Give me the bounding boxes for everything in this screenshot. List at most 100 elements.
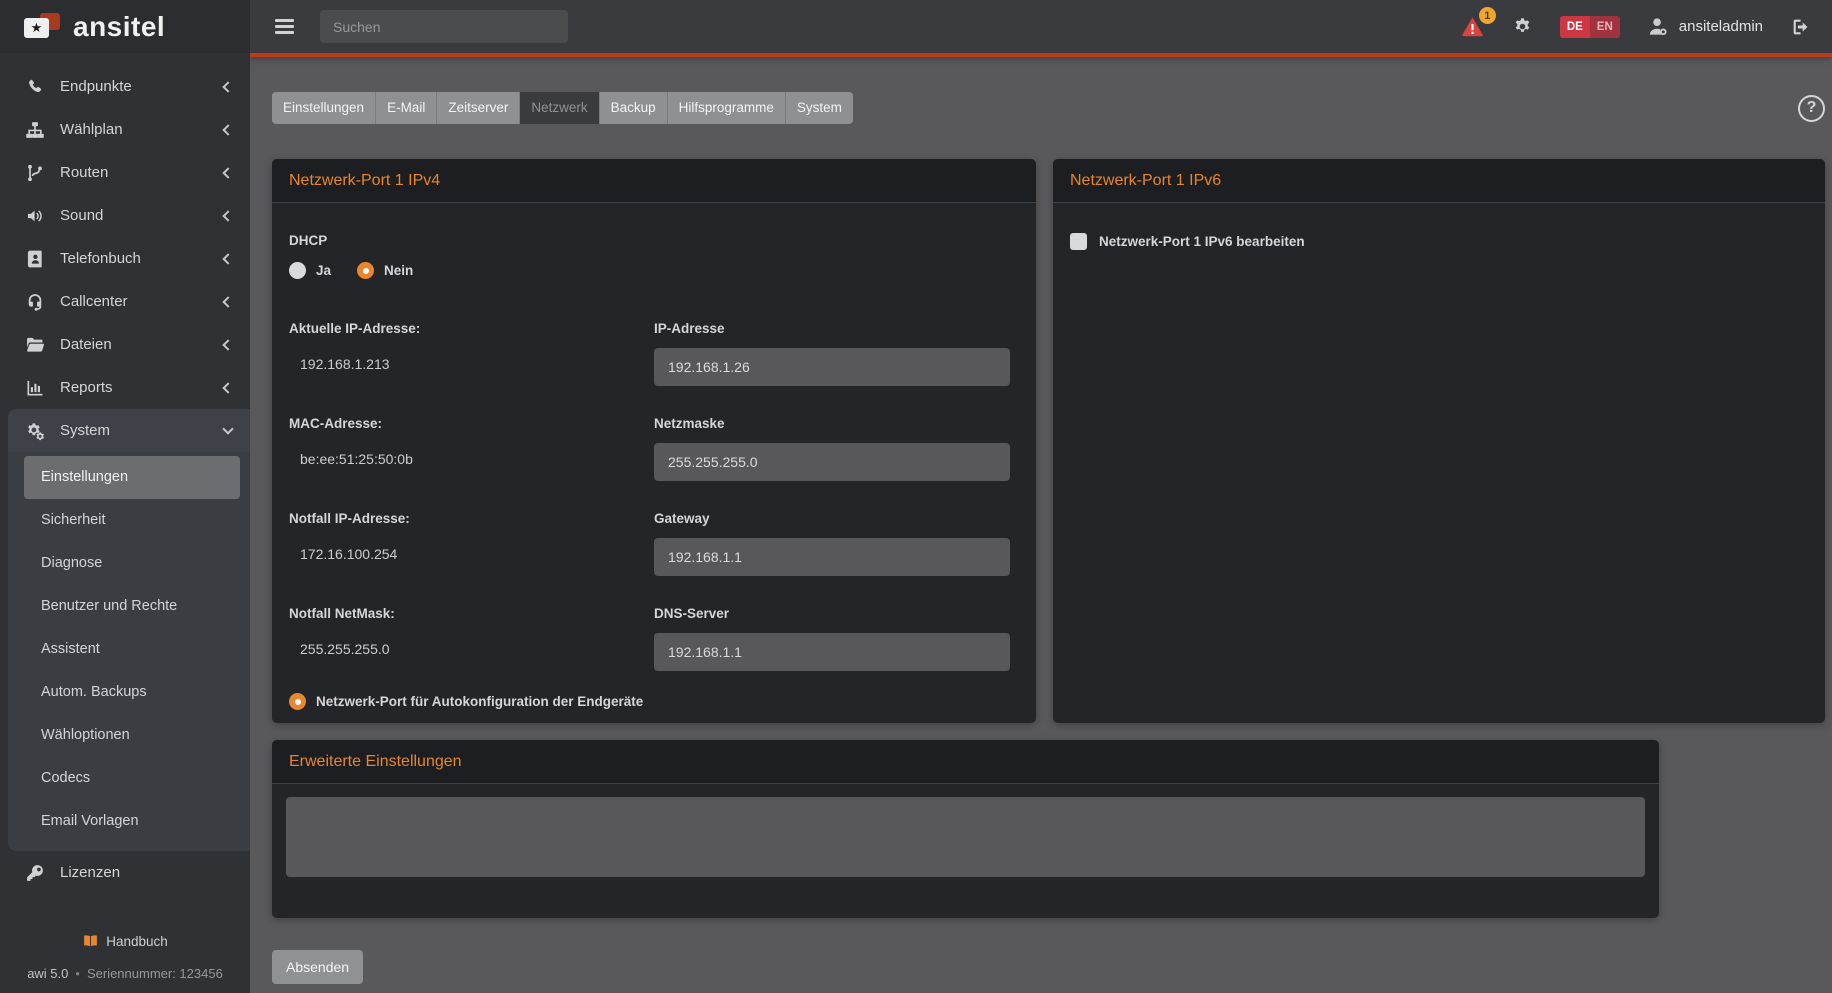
- settings-button[interactable]: [1512, 16, 1533, 37]
- brand-logo[interactable]: ★ ansitel: [0, 0, 250, 53]
- form-row: Notfall IP-Adresse: 172.16.100.254 Gatew…: [289, 511, 1012, 576]
- manual-link[interactable]: Handbuch: [82, 933, 168, 950]
- sidebar-item-routen[interactable]: Routen: [0, 151, 250, 194]
- field-label-ip-adresse: IP-Adresse: [654, 321, 1012, 336]
- user-menu[interactable]: ansiteladmin: [1647, 15, 1763, 38]
- chevron-left-icon: [222, 124, 233, 135]
- static-value-notfall-ip-adresse: 172.16.100.254: [289, 546, 654, 562]
- autoconfig-radio-item[interactable]: Netzwerk-Port für Autokonfiguration der …: [289, 693, 1012, 710]
- sidebar-menu: EndpunkteWählplanRoutenSoundTelefonbuchC…: [0, 53, 250, 993]
- chevron-left-icon: [222, 210, 233, 221]
- tab-hilfsprogramme[interactable]: Hilfsprogramme: [668, 92, 786, 124]
- autoconfig-radio[interactable]: [289, 693, 306, 710]
- notifications-button[interactable]: 1: [1460, 14, 1485, 39]
- field-label-aktuelle-ip-adresse: Aktuelle IP-Adresse:: [289, 321, 654, 336]
- static-value-aktuelle-ip-adresse: 192.168.1.213: [289, 356, 654, 372]
- dhcp-option-ja[interactable]: Ja: [289, 262, 331, 279]
- panel-advanced-title: Erweiterte Einstellungen: [272, 740, 1659, 784]
- sidebar-item-label: Wählplan: [60, 121, 123, 138]
- tab-netzwerk[interactable]: Netzwerk: [520, 92, 599, 124]
- sidebar-item-label: System: [60, 422, 110, 439]
- help-button[interactable]: ?: [1798, 95, 1825, 122]
- field-label-mac-adresse: MAC-Adresse:: [289, 416, 654, 431]
- address-book-icon: [25, 249, 45, 269]
- sidebar-item-dateien[interactable]: Dateien: [0, 323, 250, 366]
- version-info: awi 5.0•Seriennummer: 123456: [0, 966, 250, 981]
- field-label-netzmaske: Netzmaske: [654, 416, 1012, 431]
- panel-advanced-settings: Erweiterte Einstellungen: [272, 740, 1659, 918]
- gateway-input[interactable]: [654, 538, 1010, 576]
- sidebar-subitem-benutzer-und-rechte[interactable]: Benutzer und Rechte: [24, 585, 240, 628]
- tab-zeitserver[interactable]: Zeitserver: [437, 92, 520, 124]
- chevron-left-icon: [222, 382, 233, 393]
- tab-e-mail[interactable]: E-Mail: [376, 92, 437, 124]
- sidebar-subitem-assistent[interactable]: Assistent: [24, 628, 240, 671]
- headset-icon: [25, 292, 45, 312]
- sidebar-item-reports[interactable]: Reports: [0, 366, 250, 409]
- volume-icon: [25, 206, 45, 226]
- sidebar-subitem-codecs[interactable]: Codecs: [24, 757, 240, 800]
- sidebar-item-sound[interactable]: Sound: [0, 194, 250, 237]
- sidebar-subitem-autom-backups[interactable]: Autom. Backups: [24, 671, 240, 714]
- field-label-dns-server: DNS-Server: [654, 606, 1012, 621]
- submit-button[interactable]: Absenden: [272, 950, 363, 984]
- sidebar-subitem-einstellungen[interactable]: Einstellungen: [24, 456, 240, 499]
- radio-nein[interactable]: [357, 262, 374, 279]
- sidebar-subitem-diagnose[interactable]: Diagnose: [24, 542, 240, 585]
- tab-einstellungen[interactable]: Einstellungen: [272, 92, 376, 124]
- field-label-gateway: Gateway: [654, 511, 1012, 526]
- tab-backup[interactable]: Backup: [600, 92, 668, 124]
- sidebar-item-system[interactable]: System: [8, 409, 250, 452]
- brand-name: ansitel: [73, 11, 165, 43]
- sidebar-item-label: Dateien: [60, 336, 112, 353]
- sidebar-group-system: System EinstellungenSicherheitDiagnoseBen…: [8, 409, 250, 851]
- speech-bubbles-icon: ★: [24, 11, 62, 43]
- radio-ja[interactable]: [289, 262, 306, 279]
- tabs: EinstellungenE-MailZeitserverNetzwerkBac…: [272, 92, 853, 124]
- sign-out-icon: [1790, 16, 1812, 38]
- lang-de-button[interactable]: DE: [1560, 16, 1590, 38]
- logout-button[interactable]: [1790, 16, 1812, 38]
- netzmaske-input[interactable]: [654, 443, 1010, 481]
- topbar: 1 DE EN ansiteladmin: [250, 0, 1832, 57]
- gear-icon: [1512, 16, 1533, 37]
- speech-bubble-star: ★: [24, 18, 49, 38]
- search-input[interactable]: [320, 10, 568, 43]
- tab-row: EinstellungenE-MailZeitserverNetzwerkBac…: [272, 92, 1825, 124]
- circle-question-icon: ?: [1807, 99, 1817, 117]
- ip-adresse-input[interactable]: [654, 348, 1010, 386]
- chevron-left-icon: [222, 253, 233, 264]
- form-row: Aktuelle IP-Adresse: 192.168.1.213 IP-Ad…: [289, 321, 1012, 386]
- dns-server-input[interactable]: [654, 633, 1010, 671]
- serial-number: Seriennummer: 123456: [87, 966, 223, 981]
- route-branch-icon: [25, 163, 45, 183]
- panels-row: Netzwerk-Port 1 IPv4 DHCP Ja Nein Aktuell…: [272, 159, 1825, 723]
- sidebar-subitem-email-vorlagen[interactable]: Email Vorlagen: [24, 800, 240, 843]
- advanced-settings-textarea[interactable]: [286, 797, 1645, 877]
- sidebar-item-label: Reports: [60, 379, 113, 396]
- sidebar-item-endpunkte[interactable]: Endpunkte: [0, 65, 250, 108]
- sidebar-item-lizenzen[interactable]: Lizenzen: [0, 851, 250, 894]
- sidebar-item-callcenter[interactable]: Callcenter: [0, 280, 250, 323]
- dhcp-option-nein[interactable]: Nein: [357, 262, 413, 279]
- sidebar-subitem-waehloptionen[interactable]: Wähloptionen: [24, 714, 240, 757]
- lang-en-button[interactable]: EN: [1590, 16, 1620, 38]
- tab-system[interactable]: System: [786, 92, 853, 124]
- phone-icon: [25, 77, 45, 97]
- manual-label: Handbuch: [106, 934, 168, 949]
- ipv6-edit-label: Netzwerk-Port 1 IPv6 bearbeiten: [1099, 234, 1305, 249]
- sidebar-item-telefonbuch[interactable]: Telefonbuch: [0, 237, 250, 280]
- hamburger-icon[interactable]: [273, 15, 296, 38]
- ipv6-edit-checkbox[interactable]: [1070, 233, 1087, 250]
- sidebar-submenu: EinstellungenSicherheitDiagnoseBenutzer …: [8, 452, 250, 851]
- sidebar-item-waehlplan[interactable]: Wählplan: [0, 108, 250, 151]
- dhcp-label: DHCP: [289, 233, 1012, 248]
- ipv4-form-rows: Aktuelle IP-Adresse: 192.168.1.213 IP-Ad…: [289, 321, 1012, 671]
- chevron-left-icon: [222, 339, 233, 350]
- sidebar-subitem-sicherheit[interactable]: Sicherheit: [24, 499, 240, 542]
- panel-ipv4-title: Netzwerk-Port 1 IPv4: [272, 159, 1036, 203]
- book-icon: [82, 933, 99, 950]
- sidebar-item-label: Endpunkte: [60, 78, 132, 95]
- field-label-notfall-netmask: Notfall NetMask:: [289, 606, 654, 621]
- ipv6-edit-checkbox-row[interactable]: Netzwerk-Port 1 IPv6 bearbeiten: [1070, 233, 1801, 250]
